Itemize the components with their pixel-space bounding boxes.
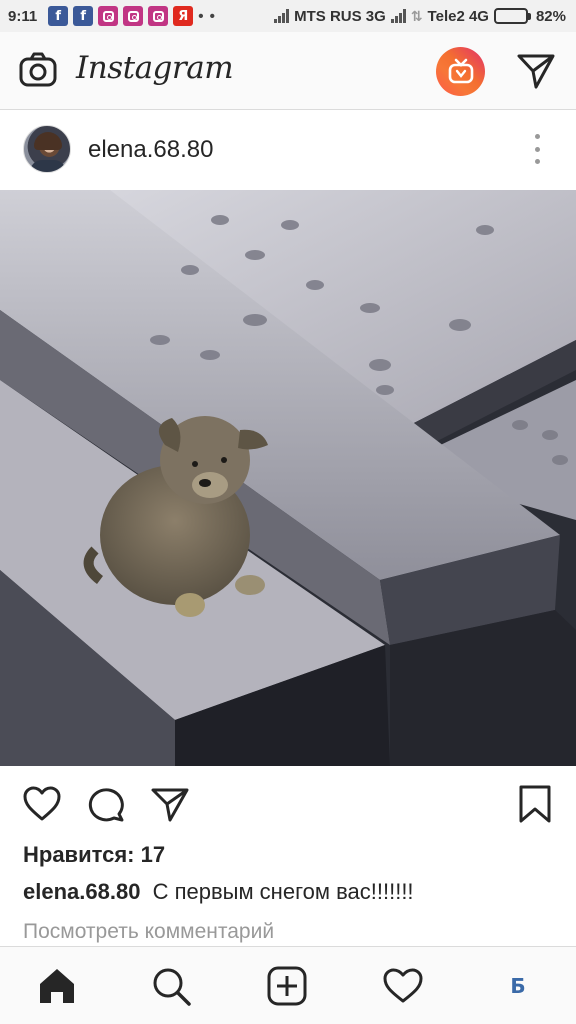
facebook-icon: f bbox=[48, 6, 69, 26]
puppy-in-snow-image bbox=[0, 190, 576, 766]
home-icon[interactable] bbox=[36, 965, 78, 1007]
data-transfer-icon: ⇅ bbox=[410, 7, 423, 24]
post-actions bbox=[0, 768, 576, 840]
more-options-icon[interactable] bbox=[530, 134, 544, 164]
instagram-icon bbox=[123, 6, 144, 26]
battery-icon bbox=[493, 8, 531, 24]
avatar[interactable] bbox=[23, 125, 71, 173]
caption-username[interactable]: elena.68.80 bbox=[23, 879, 140, 904]
post-header: elena.68.80 bbox=[0, 110, 576, 190]
view-comments-link[interactable]: Посмотреть комментарий bbox=[23, 920, 274, 944]
activity-icon[interactable] bbox=[382, 965, 424, 1007]
more-notifications-indicator: • • bbox=[198, 7, 216, 25]
bottom-navigation: Б bbox=[0, 946, 576, 1024]
comment-icon[interactable] bbox=[86, 784, 126, 824]
igtv-icon bbox=[448, 58, 473, 83]
caption-text: С первым снегом вас!!!!!!! bbox=[152, 879, 414, 904]
direct-message-icon[interactable] bbox=[516, 52, 556, 90]
status-bar: 9:11 f f Я • • MTS RUS 3G ⇅ Tele2 4G 82% bbox=[0, 0, 576, 32]
profile-icon[interactable]: Б bbox=[503, 972, 533, 1000]
app-title: Instagram bbox=[76, 50, 234, 86]
carrier-2-label: Tele2 4G bbox=[427, 7, 489, 25]
post-caption: elena.68.80 С первым снегом вас!!!!!!! bbox=[23, 879, 414, 905]
post-photo[interactable] bbox=[0, 190, 576, 766]
carrier-1-label: MTS RUS 3G bbox=[294, 7, 386, 25]
bookmark-icon[interactable] bbox=[515, 784, 555, 824]
app-header: Instagram bbox=[0, 32, 576, 110]
camera-icon[interactable] bbox=[18, 51, 58, 91]
signal-icon bbox=[390, 9, 406, 23]
instagram-icon bbox=[148, 6, 169, 26]
status-time: 9:11 bbox=[8, 7, 38, 25]
share-icon[interactable] bbox=[150, 784, 190, 824]
yandex-icon: Я bbox=[173, 6, 194, 26]
add-post-icon[interactable] bbox=[266, 965, 308, 1007]
battery-percent: 82% bbox=[535, 7, 566, 25]
search-icon[interactable] bbox=[150, 965, 192, 1007]
post-username[interactable]: elena.68.80 bbox=[88, 136, 213, 164]
likes-count[interactable]: Нравится: 17 bbox=[23, 842, 165, 868]
igtv-button[interactable] bbox=[436, 47, 485, 96]
like-icon[interactable] bbox=[22, 784, 62, 824]
instagram-icon bbox=[98, 6, 119, 26]
signal-icon bbox=[274, 9, 290, 23]
facebook-icon: f bbox=[73, 6, 94, 26]
